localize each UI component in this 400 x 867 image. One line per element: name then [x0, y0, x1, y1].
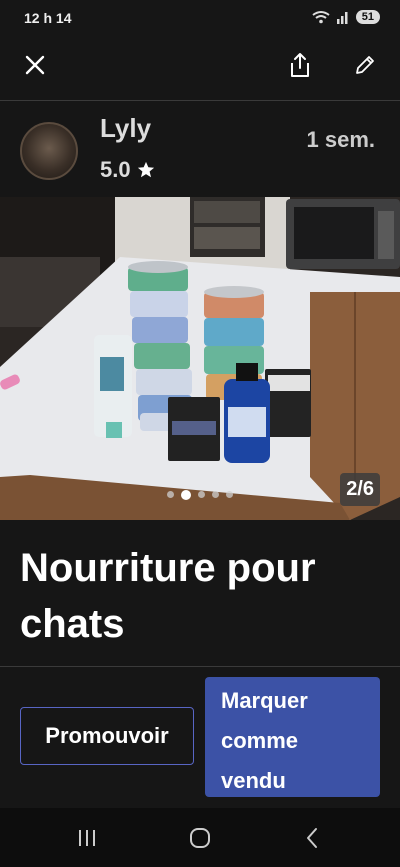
mark-sold-button[interactable]: Marquer comme vendu	[205, 677, 380, 797]
listing-photo[interactable]: 2/6	[0, 197, 400, 520]
divider	[0, 666, 400, 667]
gallery-dot[interactable]	[167, 491, 174, 498]
gallery-dot-active[interactable]	[181, 490, 191, 500]
recent-apps-button[interactable]	[72, 824, 102, 852]
home-icon	[190, 828, 210, 848]
gallery-dot[interactable]	[226, 491, 233, 498]
product-photo	[0, 197, 400, 520]
status-bar: 12 h 14 51	[0, 0, 400, 38]
status-time: 12 h 14	[24, 10, 72, 26]
wifi-icon	[312, 11, 330, 24]
promote-button[interactable]: Promouvoir	[20, 707, 194, 765]
home-button[interactable]	[185, 824, 215, 852]
gallery-dot[interactable]	[198, 491, 205, 498]
signal-icon	[336, 12, 348, 24]
seller-info[interactable]: Lyly 5.0 1 sem.	[0, 101, 400, 197]
edit-button[interactable]	[347, 47, 383, 83]
star-icon	[137, 161, 154, 178]
system-nav-bar	[0, 808, 400, 867]
edit-icon	[356, 56, 374, 74]
gallery-dot[interactable]	[212, 491, 219, 498]
seller-rating: 5.0	[100, 157, 155, 183]
share-icon	[291, 53, 309, 77]
close-button[interactable]	[17, 47, 53, 83]
recent-apps-icon	[79, 830, 95, 846]
posted-time: 1 sem.	[306, 127, 376, 152]
rating-value: 5.0	[100, 157, 131, 182]
share-button[interactable]	[282, 47, 318, 83]
listing-title: Nourriture pour chats	[20, 546, 316, 646]
seller-name[interactable]: Lyly	[100, 113, 151, 144]
close-icon	[25, 55, 45, 75]
top-toolbar	[0, 38, 400, 100]
battery-indicator: 51	[355, 10, 380, 24]
status-icons: 51	[312, 10, 380, 24]
back-button[interactable]	[297, 824, 327, 852]
photo-counter: 2/6	[340, 473, 380, 506]
seller-avatar[interactable]	[20, 122, 78, 180]
back-icon	[307, 828, 317, 848]
